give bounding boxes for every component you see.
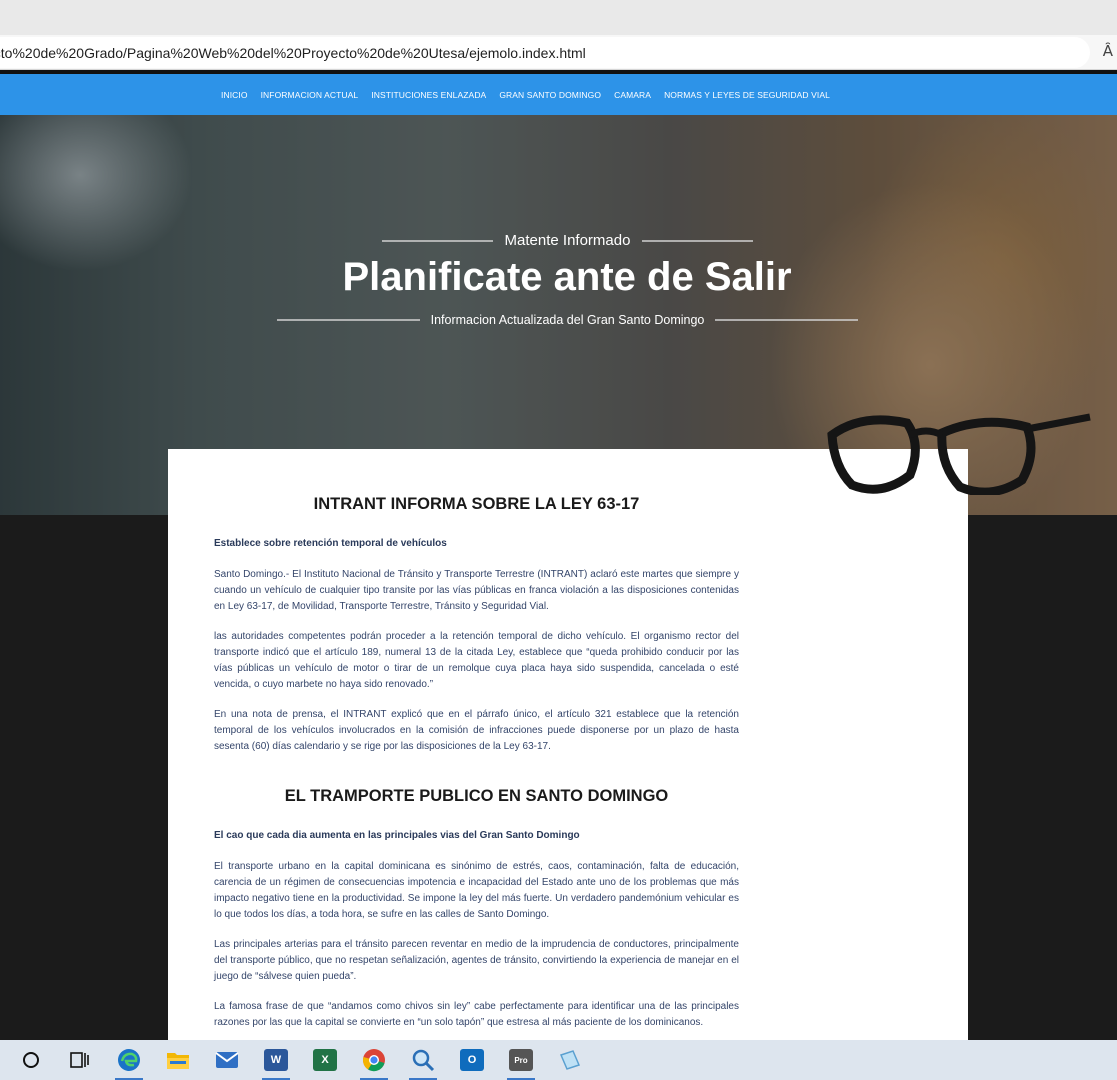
browser-address-bar: ecto%20de%20Grado/Pagina%20Web%20del%20P…: [0, 35, 1117, 70]
article-section-ley-63-17: INTRANT INFORMA SOBRE LA LEY 63-17 Estab…: [214, 495, 739, 755]
section-subheading: Establece sobre retención temporal de ve…: [214, 538, 447, 549]
read-aloud-icon[interactable]: Ȃ: [1103, 42, 1113, 60]
edge-icon[interactable]: [112, 1043, 146, 1080]
search-app-icon[interactable]: [406, 1043, 440, 1080]
file-explorer-icon[interactable]: [161, 1043, 195, 1077]
chrome-icon[interactable]: [357, 1043, 391, 1080]
section-paragraph: La famosa frase de que “andamos como chi…: [214, 1001, 739, 1028]
word-icon[interactable]: W: [259, 1043, 293, 1080]
browser-tab-strip: [0, 0, 1117, 35]
windows-taskbar: W X O Pro: [0, 1040, 1117, 1080]
pro-app-icon[interactable]: Pro: [504, 1043, 538, 1080]
hero-subtitle-text: Informacion Actualizada del Gran Santo D…: [430, 313, 705, 327]
nav-item-instituciones-enlazada[interactable]: INSTITUCIONES ENLAZADA: [371, 90, 486, 100]
section-paragraph: En una nota de prensa, el INTRANT explic…: [214, 709, 739, 752]
section-paragraph: El transporte urbano en la capital domin…: [214, 861, 739, 920]
url-field[interactable]: ecto%20de%20Grado/Pagina%20Web%20del%20P…: [0, 37, 1090, 68]
hero-kicker-text: Matente Informado: [504, 232, 631, 249]
excel-icon[interactable]: X: [308, 1043, 342, 1077]
site-nav: INICIO INFORMACION ACTUAL INSTITUCIONES …: [0, 74, 1117, 115]
nav-item-informacion-actual[interactable]: INFORMACION ACTUAL: [261, 90, 359, 100]
mail-icon[interactable]: [210, 1043, 244, 1077]
article-section-transporte-publico: EL TRAMPORTE PUBLICO EN SANTO DOMINGO El…: [214, 787, 739, 1031]
section-heading: EL TRAMPORTE PUBLICO EN SANTO DOMINGO: [284, 787, 669, 805]
nav-menu: INICIO INFORMACION ACTUAL INSTITUCIONES …: [221, 90, 843, 100]
section-paragraph: Las principales arterias para el tránsit…: [214, 939, 739, 982]
nav-item-inicio[interactable]: INICIO: [221, 90, 248, 100]
divider-line: [382, 239, 493, 242]
hero-subtitle: Informacion Actualizada del Gran Santo D…: [277, 313, 858, 327]
hero-banner: Matente Informado Planificate ante de Sa…: [0, 115, 1117, 515]
nav-item-normas-y-leyes[interactable]: NORMAS Y LEYES DE SEGURIDAD VIAL: [664, 90, 830, 100]
nav-item-camara[interactable]: CAMARA: [614, 90, 651, 100]
divider-line: [277, 319, 420, 321]
section-paragraph: las autoridades competentes podrán proce…: [214, 631, 739, 690]
hero-content: Matente Informado Planificate ante de Sa…: [0, 115, 1117, 515]
nav-item-gran-santo-domingo[interactable]: GRAN SANTO DOMINGO: [499, 90, 601, 100]
hero-kicker: Matente Informado: [382, 232, 753, 249]
hero-title: Planificate ante de Salir: [342, 255, 792, 299]
task-view-icon[interactable]: [63, 1043, 97, 1077]
article-card: INTRANT INFORMA SOBRE LA LEY 63-17 Estab…: [168, 449, 968, 1040]
divider-line: [642, 239, 753, 242]
outlook-icon[interactable]: O: [455, 1043, 489, 1077]
notepad-icon[interactable]: [553, 1043, 587, 1077]
section-paragraph: Santo Domingo.- El Instituto Nacional de…: [214, 569, 739, 612]
divider-line: [715, 319, 858, 321]
cortana-icon[interactable]: [14, 1043, 48, 1077]
url-text[interactable]: ecto%20de%20Grado/Pagina%20Web%20del%20P…: [0, 45, 586, 61]
section-subheading: El cao que cada dia aumenta en las princ…: [214, 830, 580, 841]
